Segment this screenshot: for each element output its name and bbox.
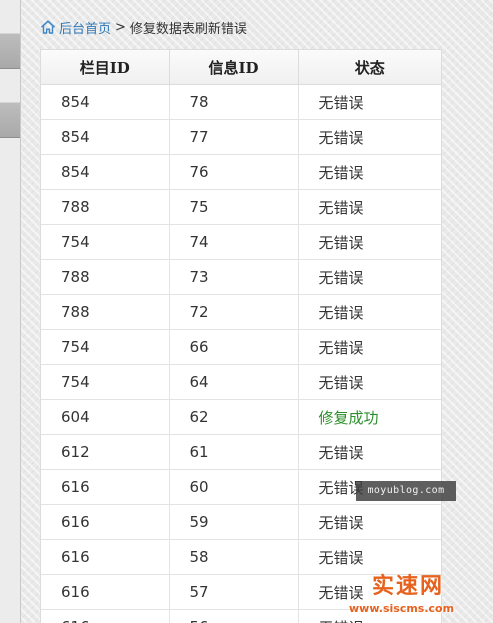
- cell-status: 无错误: [298, 504, 441, 540]
- cell-class-id: 788: [41, 189, 170, 225]
- breadcrumb-home-link[interactable]: 后台首页: [59, 18, 111, 37]
- cell-class-id: 616: [41, 504, 170, 540]
- sidebar-menu-item[interactable]: [0, 102, 20, 138]
- table-row: 854 76 无错误: [41, 154, 441, 190]
- cell-class-id: 754: [41, 364, 170, 400]
- cell-class-id: 616: [41, 469, 170, 505]
- cell-info-id: 74: [169, 224, 299, 260]
- cell-class-id: 788: [41, 259, 170, 295]
- cell-class-id: 854: [41, 84, 170, 120]
- table-row: 788 72 无错误: [41, 294, 441, 330]
- breadcrumb: 后台首页 > 修复数据表刷新错误: [40, 16, 247, 38]
- table-row: 616 59 无错误: [41, 504, 441, 540]
- cell-info-id: 58: [169, 539, 299, 575]
- cell-status: 无错误: [298, 539, 441, 575]
- cell-status: 无错误: [298, 329, 441, 365]
- cell-info-id: 61: [169, 434, 299, 470]
- cell-status: 无错误: [298, 294, 441, 330]
- column-header-class-id: 栏目ID: [41, 50, 170, 85]
- cell-info-id: 60: [169, 469, 299, 505]
- cell-class-id: 788: [41, 294, 170, 330]
- cell-status: 无错误: [298, 224, 441, 260]
- table-row: 604 62 修复成功: [41, 399, 441, 435]
- cell-info-id: 76: [169, 154, 299, 190]
- cell-info-id: 75: [169, 189, 299, 225]
- cell-info-id: 77: [169, 119, 299, 155]
- table-row: 754 74 无错误: [41, 224, 441, 260]
- cell-info-id: 59: [169, 504, 299, 540]
- cell-class-id: 616: [41, 609, 170, 623]
- table-row: 754 66 无错误: [41, 329, 441, 365]
- table-row: 788 73 无错误: [41, 259, 441, 295]
- breadcrumb-current: 修复数据表刷新错误: [129, 21, 247, 37]
- cell-class-id: 854: [41, 154, 170, 190]
- cell-status: 无错误: [298, 434, 441, 470]
- table-row: 854 78 无错误: [41, 84, 441, 120]
- cell-status: 无错误: [298, 364, 441, 400]
- cell-status: 无错误: [298, 189, 441, 225]
- cell-info-id: 62: [169, 399, 299, 435]
- cell-class-id: 616: [41, 574, 170, 610]
- table-row: 854 77 无错误: [41, 119, 441, 155]
- breadcrumb-separator: >: [115, 19, 126, 35]
- watermark-tag: moyublog.com: [356, 481, 456, 501]
- cell-class-id: 604: [41, 399, 170, 435]
- cell-info-id: 66: [169, 329, 299, 365]
- cell-class-id: 854: [41, 119, 170, 155]
- cell-info-id: 57: [169, 574, 299, 610]
- cell-class-id: 616: [41, 539, 170, 575]
- table-header-row: 栏目ID 信息ID 状态: [41, 50, 441, 85]
- watermark-logo: 实速网: [372, 574, 445, 599]
- cell-info-id: 72: [169, 294, 299, 330]
- column-header-info-id: 信息ID: [169, 50, 299, 85]
- watermark-url: www.siscms.com: [349, 602, 455, 615]
- cell-class-id: 612: [41, 434, 170, 470]
- cell-info-id: 78: [169, 84, 299, 120]
- sidebar-menu-item[interactable]: [0, 33, 20, 69]
- cell-status: 无错误: [298, 119, 441, 155]
- column-header-status: 状态: [298, 50, 441, 85]
- cell-info-id: 64: [169, 364, 299, 400]
- cell-info-id: 73: [169, 259, 299, 295]
- table-row: 612 61 无错误: [41, 434, 441, 470]
- cell-status: 无错误: [298, 84, 441, 120]
- home-icon[interactable]: [40, 19, 56, 35]
- cell-info-id: 56: [169, 609, 299, 623]
- table-row: 754 64 无错误: [41, 364, 441, 400]
- cell-class-id: 754: [41, 329, 170, 365]
- cell-class-id: 754: [41, 224, 170, 260]
- repair-results-table: 栏目ID 信息ID 状态 854 78 无错误 854 77 无错误 854 76 无错误 788…: [40, 49, 442, 623]
- table-row: 616 58 无错误: [41, 539, 441, 575]
- table-row: 788 75 无错误: [41, 189, 441, 225]
- left-sidebar-strip: [0, 0, 21, 623]
- cell-status: 修复成功: [298, 399, 441, 435]
- cell-status: 无错误: [298, 154, 441, 190]
- cell-status: 无错误: [298, 259, 441, 295]
